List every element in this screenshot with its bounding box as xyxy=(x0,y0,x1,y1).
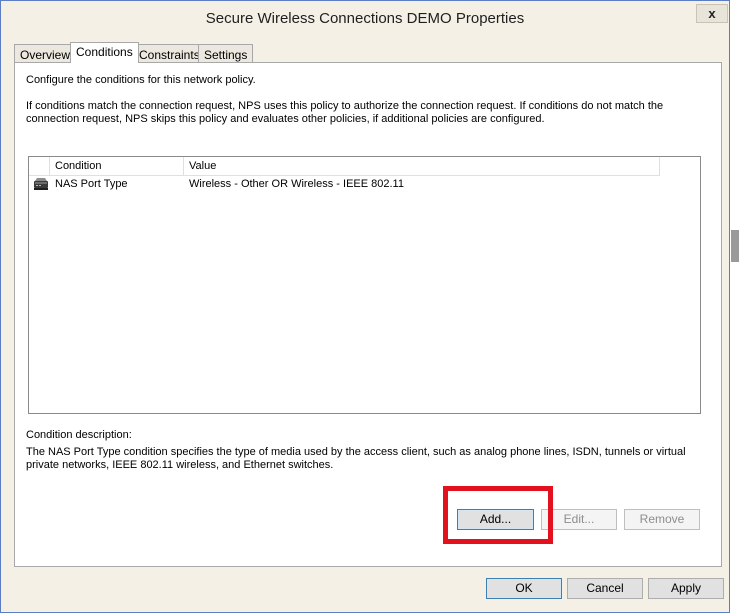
explanation-line-1: If conditions match the connection reque… xyxy=(26,100,664,112)
properties-dialog: Secure Wireless Connections DEMO Propert… xyxy=(0,0,730,613)
condition-description-line-2: private networks, IEEE 802.11 wireless, … xyxy=(26,459,334,471)
conditions-panel: Configure the conditions for this networ… xyxy=(14,62,722,567)
condition-description-line-1: The NAS Port Type condition specifies th… xyxy=(26,446,686,458)
explanation-line-2: connection request, NPS skips this polic… xyxy=(26,113,545,125)
cancel-button[interactable]: Cancel xyxy=(567,578,643,599)
dialog-title: Secure Wireless Connections DEMO Propert… xyxy=(205,10,525,27)
intro-text: Configure the conditions for this networ… xyxy=(26,74,256,86)
scrollbar-fragment xyxy=(731,230,739,262)
list-header: Condition Value xyxy=(29,157,660,176)
tab-conditions[interactable]: Conditions xyxy=(70,42,139,63)
table-row[interactable]: NAS Port Type Wireless - Other OR Wirele… xyxy=(29,176,700,192)
apply-button[interactable]: Apply xyxy=(648,578,724,599)
condition-value: Wireless - Other OR Wireless - IEEE 802.… xyxy=(189,178,404,190)
background-window-edge xyxy=(730,0,740,615)
tab-constraints[interactable]: Constraints xyxy=(133,44,206,62)
title-bar[interactable]: Secure Wireless Connections DEMO Propert… xyxy=(1,1,729,33)
condition-name: NAS Port Type xyxy=(55,178,128,190)
remove-button[interactable]: Remove xyxy=(624,509,700,530)
tab-overview[interactable]: Overview xyxy=(14,44,77,62)
ok-button[interactable]: OK xyxy=(486,578,562,599)
network-device-icon xyxy=(33,177,49,191)
tab-settings[interactable]: Settings xyxy=(198,44,254,62)
column-separator[interactable] xyxy=(183,157,184,175)
column-header-value[interactable]: Value xyxy=(189,160,216,172)
conditions-list[interactable]: Condition Value NAS Port Type Wireless -… xyxy=(28,156,701,414)
condition-description-label: Condition description: xyxy=(26,429,132,441)
column-separator[interactable] xyxy=(659,157,660,175)
close-button[interactable]: x xyxy=(696,4,728,23)
column-separator xyxy=(49,157,50,175)
highlight-box xyxy=(443,486,553,544)
column-header-condition[interactable]: Condition xyxy=(55,160,101,172)
